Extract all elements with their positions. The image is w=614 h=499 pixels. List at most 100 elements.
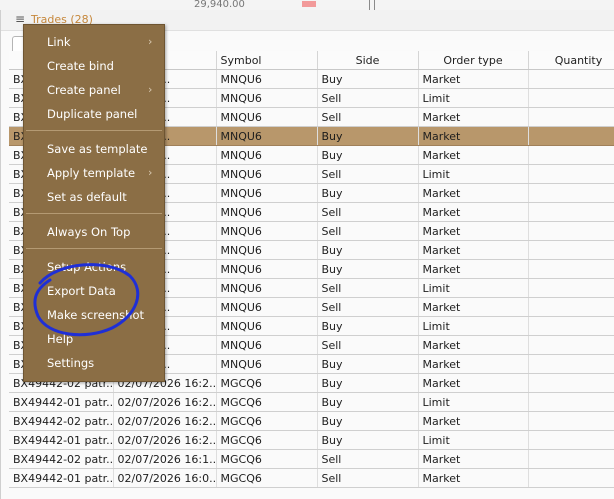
table-row[interactable]: BX49442-01 patr... 02/07/2026 16:2... MGCQ… <box>9 392 614 412</box>
cell-order-type: Market <box>418 468 529 488</box>
menu-item-label: Create panel <box>47 83 121 97</box>
cell-side: Sell <box>317 107 419 127</box>
menu-item-link[interactable]: Link › <box>24 31 164 53</box>
cell-side: Buy <box>317 240 419 260</box>
cell-quantity <box>528 354 614 374</box>
cell-side: Sell <box>317 88 419 108</box>
column-header-side[interactable]: Side <box>317 51 419 70</box>
chevron-right-icon: › <box>148 166 153 179</box>
cell-symbol: MNQU6 <box>216 126 318 146</box>
menu-item-settings[interactable]: Settings <box>24 352 164 374</box>
cell-time: 02/07/2026 16:2... <box>113 411 217 431</box>
cell-quantity: - <box>528 468 614 488</box>
menu-item-label: Save as template <box>47 142 148 156</box>
cell-order-type: Limit <box>418 278 529 298</box>
cell-order-type: Market <box>418 449 529 469</box>
cell-quantity <box>528 373 614 393</box>
cell-side: Sell <box>317 164 419 184</box>
column-header-quantity[interactable]: Quantity <box>528 51 614 70</box>
menu-item-setup-actions[interactable]: Setup Actions <box>24 256 164 278</box>
cell-id: BX49442-01 patr... <box>9 468 114 488</box>
cell-side: Buy <box>317 69 419 89</box>
cell-quantity <box>528 183 614 203</box>
cell-order-type: Market <box>418 69 529 89</box>
menu-item-help[interactable]: Help <box>24 328 164 350</box>
cell-id: BX49442-01 patr... <box>9 392 114 412</box>
cell-order-type: Market <box>418 259 529 279</box>
chevron-right-icon: › <box>148 35 153 48</box>
cell-side: Buy <box>317 259 419 279</box>
cell-symbol: MNQU6 <box>216 297 318 317</box>
menu-item-save-template[interactable]: Save as template <box>24 138 164 160</box>
menu-item-label: Export Data <box>47 284 116 298</box>
table-row[interactable]: BX49442-02 patr... 02/07/2026 16:2... MGCQ… <box>9 411 614 431</box>
cell-side: Buy <box>317 316 419 336</box>
menu-item-always-on-top[interactable]: Always On Top <box>24 221 164 243</box>
cell-order-type: Limit <box>418 430 529 450</box>
price-change-marker <box>302 1 316 7</box>
column-header-symbol[interactable]: Symbol <box>216 51 318 70</box>
menu-separator <box>26 213 162 214</box>
cell-quantity: - <box>528 297 614 317</box>
cell-quantity: - <box>528 278 614 298</box>
cell-order-type: Market <box>418 240 529 260</box>
cell-order-type: Market <box>418 354 529 374</box>
menu-item-duplicate-panel[interactable]: Duplicate panel <box>24 103 164 125</box>
cell-quantity: - <box>528 449 614 469</box>
cell-symbol: MGCQ6 <box>216 392 318 412</box>
menu-item-label: Always On Top <box>47 225 131 239</box>
cell-symbol: MNQU6 <box>216 278 318 298</box>
cell-time: 02/07/2026 16:1... <box>113 449 217 469</box>
table-row[interactable]: BX49442-02 patr... 02/07/2026 16:1... MGCQ… <box>9 449 614 469</box>
menu-item-set-default[interactable]: Set as default <box>24 186 164 208</box>
menu-item-export-data[interactable]: Export Data <box>24 280 164 302</box>
menu-item-make-screenshot[interactable]: Make screenshot <box>24 304 164 326</box>
cell-time: 02/07/2026 16:2... <box>113 430 217 450</box>
cell-symbol: MNQU6 <box>216 354 318 374</box>
cell-symbol: MNQU6 <box>216 183 318 203</box>
cell-order-type: Limit <box>418 88 529 108</box>
cell-quantity: - <box>528 107 614 127</box>
cell-symbol: MGCQ6 <box>216 430 318 450</box>
cell-symbol: MNQU6 <box>216 202 318 222</box>
cell-symbol: MNQU6 <box>216 145 318 165</box>
cell-order-type: Market <box>418 221 529 241</box>
cell-side: Buy <box>317 354 419 374</box>
cell-quantity: - <box>528 202 614 222</box>
cell-order-type: Limit <box>418 316 529 336</box>
cell-side: Sell <box>317 468 419 488</box>
table-row[interactable]: BX49442-01 patr... 02/07/2026 16:2... MGCQ… <box>9 430 614 450</box>
cell-quantity <box>528 316 614 336</box>
cell-symbol: MNQU6 <box>216 107 318 127</box>
cell-order-type: Market <box>418 202 529 222</box>
cell-id: BX49442-02 patr... <box>9 449 114 469</box>
cell-quantity <box>528 411 614 431</box>
menu-separator <box>26 248 162 249</box>
cell-symbol: MNQU6 <box>216 164 318 184</box>
menu-item-label: Duplicate panel <box>47 107 138 121</box>
cell-quantity <box>528 126 614 146</box>
context-menu: Link › Create bind Create panel › Duplic… <box>23 24 165 382</box>
menu-item-label: Link <box>47 35 71 49</box>
cell-side: Sell <box>317 221 419 241</box>
chevron-right-icon: › <box>148 83 153 96</box>
cell-side: Buy <box>317 126 419 146</box>
cell-side: Buy <box>317 145 419 165</box>
window-divider <box>369 0 370 10</box>
cell-order-type: Market <box>418 145 529 165</box>
cell-side: Buy <box>317 183 419 203</box>
cell-order-type: Market <box>418 335 529 355</box>
cell-side: Buy <box>317 373 419 393</box>
cell-symbol: MGCQ6 <box>216 468 318 488</box>
menu-item-create-bind[interactable]: Create bind <box>24 55 164 77</box>
cell-side: Buy <box>317 411 419 431</box>
cell-quantity: - <box>528 221 614 241</box>
cell-quantity: - <box>528 164 614 184</box>
menu-item-apply-template[interactable]: Apply template › <box>24 162 164 184</box>
menu-item-create-panel[interactable]: Create panel › <box>24 79 164 101</box>
table-row[interactable]: BX49442-01 patr... 02/07/2026 16:0... MGCQ… <box>9 468 614 488</box>
cell-id: BX49442-01 patr... <box>9 430 114 450</box>
cell-symbol: MNQU6 <box>216 335 318 355</box>
column-header-order-type[interactable]: Order type <box>418 51 529 70</box>
menu-item-label: Apply template <box>47 166 136 180</box>
